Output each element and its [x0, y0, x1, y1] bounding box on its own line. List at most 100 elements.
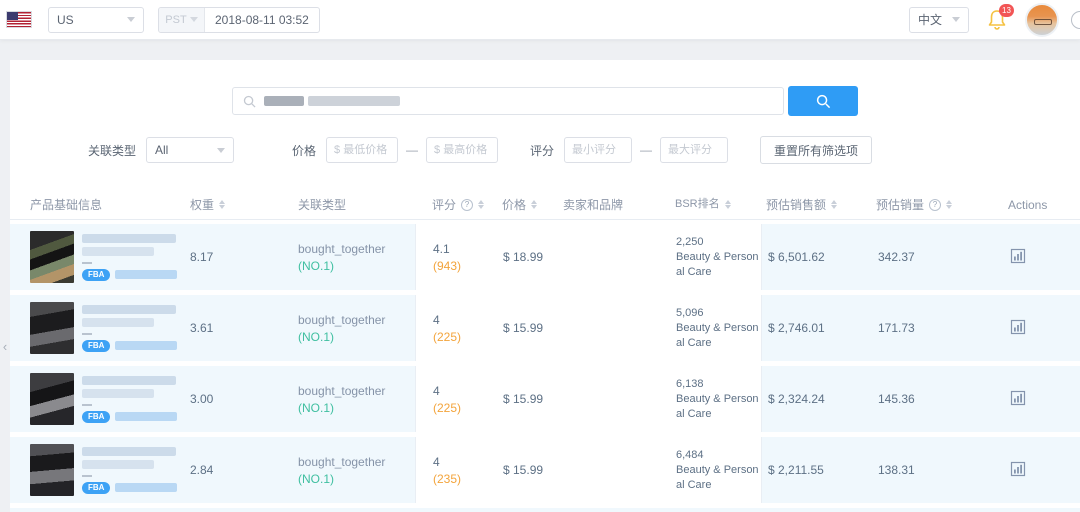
history-clock-icon[interactable] — [1071, 11, 1080, 29]
table-row-partial — [10, 508, 1080, 512]
rating-max-input[interactable] — [660, 137, 728, 163]
language-select[interactable]: 中文 — [909, 7, 969, 33]
relation-type-select[interactable]: All — [146, 137, 234, 163]
redacted-product-title[interactable] — [82, 447, 176, 456]
sort-icon[interactable] — [725, 200, 731, 209]
rating-cell: 4 (235) — [416, 455, 486, 486]
avatar[interactable] — [1025, 3, 1059, 37]
weight-cell: 2.84 — [180, 463, 285, 477]
estimated-revenue-value: $ 2,211.55 — [768, 463, 824, 477]
table-body: FBA 8.17 bought_together (NO.1) 4.1 (943… — [10, 224, 1080, 503]
fba-badge: FBA — [82, 482, 110, 494]
relation-type-select-value: All — [155, 143, 168, 157]
country-select[interactable]: US — [48, 7, 144, 33]
estimated-sales-value: 342.37 — [878, 250, 915, 264]
rating-count: (225) — [433, 330, 486, 344]
estimated-revenue-cell: $ 6,501.62 — [762, 250, 870, 264]
estimated-revenue-value: $ 6,501.62 — [768, 250, 825, 264]
estimated-sales-cell: 342.37 — [870, 250, 1000, 264]
redacted-asin-link[interactable] — [115, 412, 177, 421]
sort-icon[interactable] — [219, 200, 225, 209]
estimated-sales-cell: 138.31 — [870, 463, 1000, 477]
redacted-search-text — [264, 96, 304, 106]
weight-cell: 3.61 — [180, 321, 285, 335]
rating-count: (225) — [433, 401, 486, 415]
price-cell: $ 18.99 — [486, 250, 548, 264]
relation-type-label: 关联类型 — [88, 142, 136, 159]
bsr-category: Beauty & Personal Care — [676, 392, 764, 422]
sort-icon[interactable] — [831, 200, 837, 209]
notifications-button[interactable]: 13 — [987, 8, 1009, 32]
redacted-asin-link[interactable] — [115, 483, 177, 492]
sort-icon[interactable] — [946, 200, 952, 209]
estimated-sales-cell: 171.73 — [870, 321, 1000, 335]
search-button[interactable] — [788, 86, 858, 116]
redacted-product-title — [82, 389, 154, 398]
timezone-select[interactable]: PST — [159, 8, 205, 32]
redacted-brand — [82, 333, 92, 335]
relation-type-value: bought_together — [298, 384, 415, 398]
redacted-product-title — [82, 460, 154, 469]
filter-row: 关联类型 All 价格 — 评分 — 重置所有筛选项 — [88, 136, 1080, 164]
price-cell: $ 15.99 — [486, 463, 548, 477]
sidebar-collapse-handle[interactable]: ‹ — [0, 336, 10, 358]
rating-count: (943) — [433, 259, 486, 273]
product-image[interactable] — [30, 231, 74, 283]
estimated-sales-cell: 145.36 — [870, 392, 1000, 406]
relation-type-cell: bought_together (NO.1) — [285, 242, 415, 273]
estimated-sales-value: 171.73 — [878, 321, 915, 335]
rating-min-input[interactable] — [564, 137, 632, 163]
actions-cell — [1000, 248, 1062, 267]
table-row: FBA 3.61 bought_together (NO.1) 4 (225) … — [10, 295, 1080, 361]
bsr-rank-cell: 6,484 Beauty & Personal Care — [660, 448, 761, 493]
sales-trend-chart-icon[interactable] — [1010, 319, 1026, 335]
search-input[interactable] — [232, 87, 784, 115]
table-row: FBA 3.00 bought_together (NO.1) 4 (225) … — [10, 366, 1080, 432]
product-image[interactable] — [30, 373, 74, 425]
weight-value: 8.17 — [190, 250, 213, 264]
product-info-cell: FBA — [30, 302, 180, 354]
redacted-asin-link[interactable] — [115, 341, 177, 350]
help-icon[interactable] — [461, 199, 473, 211]
sales-trend-chart-icon[interactable] — [1010, 390, 1026, 406]
fba-badge: FBA — [82, 340, 110, 352]
bsr-rank-value: 6,138 — [676, 377, 761, 392]
datetime-control: PST 2018-08-11 03:52 — [158, 7, 320, 33]
price-min-input[interactable] — [326, 137, 398, 163]
price-value: $ 18.99 — [503, 250, 543, 264]
country-select-value: US — [57, 13, 74, 27]
relation-type-value: bought_together — [298, 242, 415, 256]
reset-filters-button[interactable]: 重置所有筛选项 — [760, 136, 872, 164]
estimated-sales-value: 145.36 — [878, 392, 915, 406]
datetime-value[interactable]: 2018-08-11 03:52 — [205, 13, 319, 27]
redacted-product-title[interactable] — [82, 234, 176, 243]
header-price: 价格 — [485, 196, 547, 213]
price-max-input[interactable] — [426, 137, 498, 163]
header-product-info: 产品基础信息 — [30, 196, 180, 213]
header-weight: 权重 — [180, 196, 285, 213]
sort-icon[interactable] — [478, 200, 484, 209]
bsr-category: Beauty & Personal Care — [676, 250, 764, 280]
product-image[interactable] — [30, 444, 74, 496]
estimated-revenue-cell: $ 2,324.24 — [762, 392, 870, 406]
estimated-revenue-value: $ 2,324.24 — [768, 392, 825, 406]
chevron-down-icon — [190, 17, 198, 22]
redacted-asin-link[interactable] — [115, 270, 177, 279]
product-image[interactable] — [30, 302, 74, 354]
search-icon — [816, 94, 831, 109]
sales-trend-chart-icon[interactable] — [1010, 248, 1026, 264]
redacted-product-title[interactable] — [82, 305, 176, 314]
products-table: 产品基础信息 权重 关联类型 评分 价格 卖家和品 — [10, 190, 1080, 512]
product-info-cell: FBA — [30, 373, 180, 425]
rating-range-dash: — — [640, 143, 652, 157]
sales-trend-chart-icon[interactable] — [1010, 461, 1026, 477]
relation-type-value: bought_together — [298, 313, 415, 327]
help-icon[interactable] — [929, 199, 941, 211]
product-info-cell: FBA — [30, 444, 180, 496]
bsr-category: Beauty & Personal Care — [676, 321, 764, 351]
weight-value: 3.00 — [190, 392, 213, 406]
main-panel: 关联类型 All 价格 — 评分 — 重置所有筛选项 产品基础信息 权重 关联类… — [10, 60, 1080, 512]
sort-icon[interactable] — [531, 200, 537, 209]
header-seller-brand: 卖家和品牌 — [547, 196, 659, 213]
redacted-product-title[interactable] — [82, 376, 176, 385]
